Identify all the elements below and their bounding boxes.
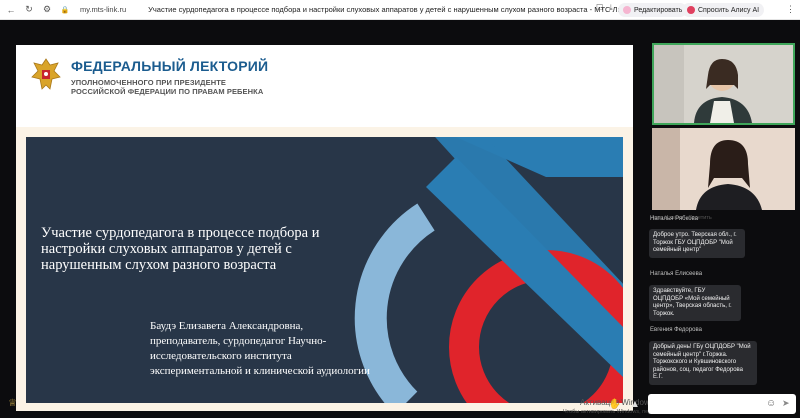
toolbar-icons: ☐ ⤓ [596, 3, 613, 13]
presentation-slide: ФЕДЕРАЛЬНЫЙ ЛЕКТОРИЙ УПОЛНОМОЧЕННОГО ПРИ… [16, 45, 633, 411]
brand-subtitle-2: РОССИЙСКОЙ ФЕДЕРАЦИИ ПО ПРАВАМ РЕБЕНКА [71, 87, 264, 96]
reaction-icon[interactable]: ▲ [627, 397, 643, 411]
chat-author: Наталья Рябкова [650, 216, 699, 222]
chat-author: Наталья Елисеева [650, 271, 703, 277]
chat-message: Добрый день! ГБу ОЦПДОБР "Мой семейный ц… [649, 341, 757, 385]
chat-input-box[interactable]: ☺ ➤ [648, 394, 796, 414]
brand-subtitle-1: УПОЛНОМОЧЕННОГО ПРИ ПРЕЗИДЕНТЕ [71, 78, 227, 87]
download-icon[interactable]: ⤓ [609, 3, 613, 13]
page-title: Участие сурдопедагога в процессе подбора… [148, 5, 630, 14]
webinar-stage: ФЕДЕРАЛЬНЫЙ ЛЕКТОРИЙ УПОЛНОМОЧЕННОГО ПРИ… [0, 20, 800, 418]
chat-input[interactable] [652, 397, 762, 411]
emoji-icon[interactable]: ☺ [766, 398, 776, 409]
participant-video-2[interactable] [652, 128, 795, 210]
chat-message: Доброе утро. Тверская обл., г. Торжок ГБ… [649, 229, 745, 258]
brand-title: ФЕДЕРАЛЬНЫЙ ЛЕКТОРИЙ [71, 58, 269, 74]
lock-icon[interactable]: 🔒 [58, 3, 72, 17]
address-bar-url[interactable]: my.mts-link.ru [80, 5, 126, 14]
alice-button[interactable]: Спросить Алису AI [682, 3, 765, 17]
edit-button-label: Редактировать [634, 6, 683, 14]
speaker-info: Баудэ Елизавета Александровна, преподава… [150, 320, 370, 377]
coat-of-arms-icon [31, 58, 61, 90]
edit-icon [623, 6, 631, 14]
person-avatar-icon [654, 45, 793, 123]
slide-header: ФЕДЕРАЛЬНЫЙ ЛЕКТОРИЙ УПОЛНОМОЧЕННОГО ПРИ… [16, 45, 633, 127]
send-icon[interactable]: ➤ [782, 398, 790, 409]
back-icon[interactable]: ← [4, 3, 18, 17]
menu-icon[interactable]: ⋮ [786, 4, 795, 15]
emblem-icon: ♕ [8, 398, 17, 409]
talk-title: Участие сурдопедагога в процессе подбора… [41, 225, 320, 273]
chat-author: Евгения Федорова [650, 327, 702, 333]
alice-icon [687, 6, 695, 14]
chat-message: Здравствуйте, ГБУ ОЦПДОБР «Мой семейный … [649, 285, 741, 321]
raise-hand-icon[interactable]: ✋ [607, 397, 623, 411]
bookmark-icon[interactable]: ☐ [596, 3, 603, 13]
participant-video-1[interactable] [652, 43, 795, 125]
reload-icon[interactable]: ↻ [22, 3, 36, 17]
settings-icon[interactable]: ⚙ [40, 3, 54, 17]
alice-button-label: Спросить Алису AI [698, 6, 760, 14]
edit-button[interactable]: Редактировать [618, 3, 688, 17]
slide-body: Участие сурдопедагога в процессе подбора… [26, 137, 623, 403]
person-avatar-icon [652, 128, 795, 210]
browser-toolbar: ← ↻ ⚙ 🔒 my.mts-link.ru Участие сурдопеда… [0, 0, 800, 20]
